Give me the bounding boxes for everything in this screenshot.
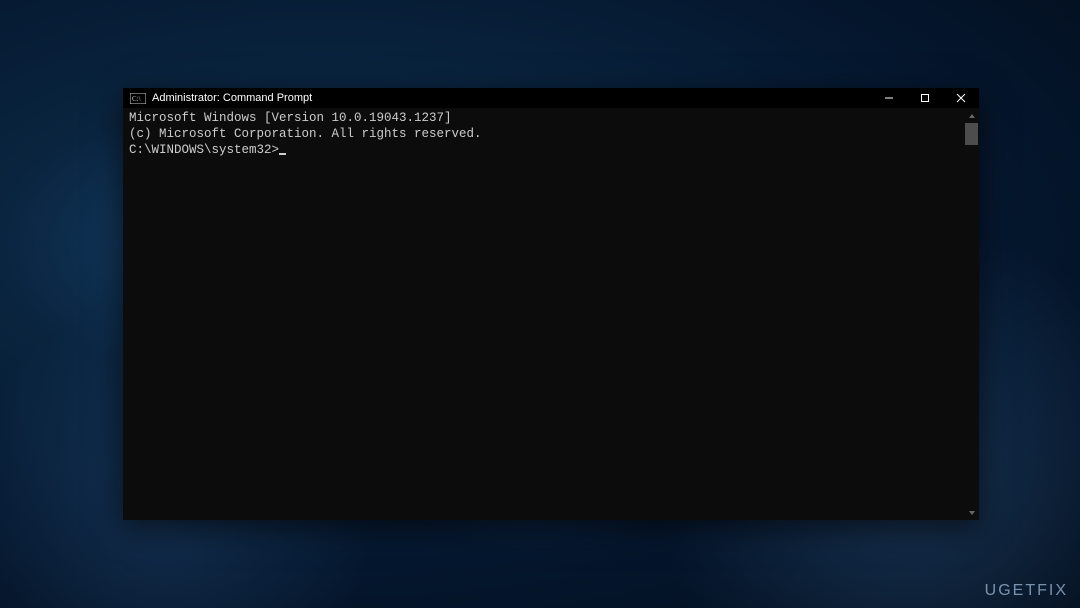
titlebar[interactable]: C:\ Administrator: Command Prompt	[123, 88, 979, 108]
scrollbar-down-arrow-icon[interactable]	[964, 505, 979, 520]
watermark: UGETFIX	[985, 582, 1068, 600]
command-prompt-window: C:\ Administrator: Command Prompt Micros…	[123, 88, 979, 520]
maximize-button[interactable]	[907, 88, 943, 108]
window-title: Administrator: Command Prompt	[152, 92, 312, 104]
svg-text:C:\: C:\	[132, 95, 141, 103]
scrollbar-thumb[interactable]	[965, 123, 978, 145]
terminal-prompt-line: C:\WINDOWS\system32>	[129, 142, 973, 158]
terminal-cursor	[279, 153, 286, 155]
terminal-output-line: Microsoft Windows [Version 10.0.19043.12…	[129, 110, 973, 126]
terminal-body[interactable]: Microsoft Windows [Version 10.0.19043.12…	[123, 108, 979, 520]
scrollbar[interactable]	[964, 108, 979, 520]
window-controls	[871, 88, 979, 108]
minimize-button[interactable]	[871, 88, 907, 108]
terminal-output-line: (c) Microsoft Corporation. All rights re…	[129, 126, 973, 142]
close-button[interactable]	[943, 88, 979, 108]
terminal-prompt: C:\WINDOWS\system32>	[129, 142, 279, 158]
scrollbar-up-arrow-icon[interactable]	[964, 108, 979, 123]
cmd-icon: C:\	[130, 92, 146, 104]
